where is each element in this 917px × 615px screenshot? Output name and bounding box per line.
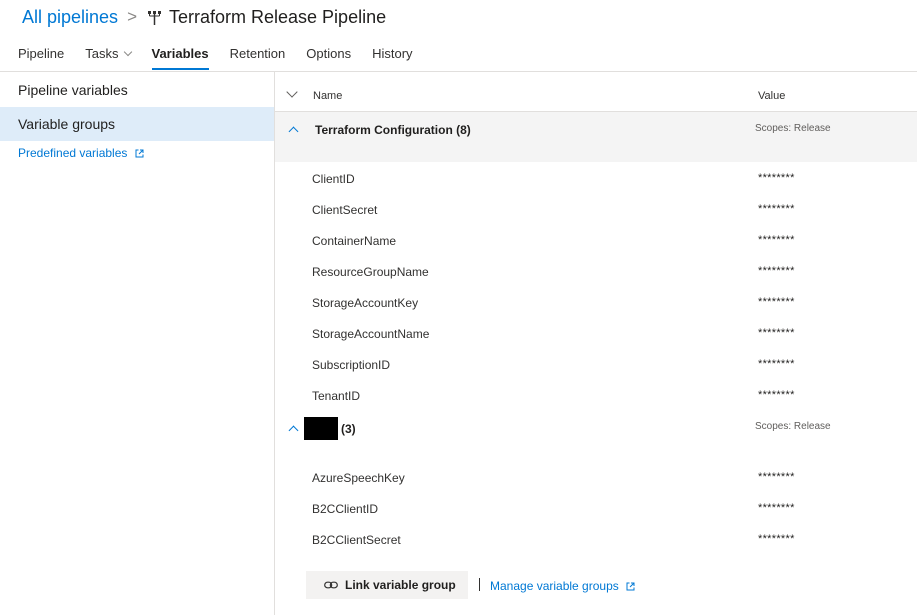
variable-value: ******** — [758, 471, 795, 483]
variable-name: TenantID — [312, 389, 361, 403]
variable-name: B2CClientID — [312, 502, 379, 516]
external-link-icon — [135, 149, 144, 158]
variable-row[interactable]: ClientSecret ******** — [275, 193, 917, 224]
chevron-up-icon[interactable] — [288, 425, 299, 436]
manage-variable-groups-link[interactable]: Manage variable groups — [490, 579, 635, 593]
variable-name: StorageAccountKey — [312, 296, 419, 310]
breadcrumb-all-pipelines[interactable]: All pipelines — [22, 7, 118, 28]
variable-row[interactable]: ContainerName ******** — [275, 224, 917, 255]
variable-group-scope: Scopes: Release — [755, 123, 831, 134]
variable-value: ******** — [758, 502, 795, 514]
variable-row[interactable]: SubscriptionID ******** — [275, 348, 917, 379]
tab-bar: Pipeline Tasks Variables Retention Optio… — [18, 46, 434, 70]
variable-value: ******** — [758, 296, 795, 308]
breadcrumb-separator: > — [127, 7, 137, 26]
tab-label: Options — [306, 46, 352, 61]
variable-row[interactable]: ClientID ******** — [275, 162, 917, 193]
variable-name: ResourceGroupName — [312, 265, 429, 279]
sidebar-item-pipeline-variables[interactable]: Pipeline variables — [0, 73, 274, 107]
variable-name: AzureSpeechKey — [312, 471, 405, 485]
variable-value: ******** — [758, 358, 795, 370]
variable-row[interactable]: TenantID ******** — [275, 379, 917, 410]
page-title: Terraform Release Pipeline — [169, 6, 387, 27]
tab-label: Pipeline — [18, 46, 65, 61]
variable-value: ******** — [758, 265, 795, 277]
tab-label: Variables — [151, 46, 209, 61]
column-header-value[interactable]: Value — [758, 90, 785, 102]
collapse-all-chevron-icon[interactable] — [286, 86, 298, 98]
link-icon — [324, 581, 338, 589]
variable-value: ******** — [758, 327, 795, 339]
release-pipeline-icon — [148, 11, 161, 25]
variable-name: SubscriptionID — [312, 358, 391, 372]
external-link-icon — [626, 582, 635, 591]
variable-value: ******** — [758, 172, 795, 184]
column-header-name[interactable]: Name — [313, 90, 342, 102]
variable-name: StorageAccountName — [312, 327, 430, 341]
manage-variable-groups-label: Manage variable groups — [490, 579, 619, 593]
variable-row[interactable]: B2CClientID ******** — [275, 492, 917, 523]
chevron-up-icon[interactable] — [288, 126, 299, 137]
sidebar-item-variable-groups[interactable]: Variable groups — [0, 107, 274, 141]
sidebar: Pipeline variables Variable groups Prede… — [0, 72, 274, 615]
variable-group-name: Terraform Configuration (8) — [315, 123, 471, 137]
variable-group-scope: Scopes: Release — [755, 421, 831, 432]
variable-value: ******** — [758, 533, 795, 545]
tab-retention[interactable]: Retention — [230, 46, 286, 70]
action-separator — [479, 578, 480, 591]
variable-name: ContainerName — [312, 234, 397, 248]
redacted-group-name — [304, 417, 338, 440]
variable-group-row[interactable]: Terraform Configuration (8) Scopes: Rele… — [275, 112, 917, 162]
tab-label: Retention — [229, 46, 286, 61]
variable-name: ClientSecret — [312, 203, 378, 217]
variable-value: ******** — [758, 389, 795, 401]
variable-name: B2CClientSecret — [312, 533, 401, 547]
variable-name: ClientID — [312, 172, 355, 186]
grid-header: Name Value — [275, 83, 917, 110]
tab-label: History — [372, 46, 413, 61]
tab-variables[interactable]: Variables — [151, 46, 209, 70]
variable-group-row[interactable]: (3) Scopes: Release — [275, 411, 917, 461]
variable-group-count: (3) — [341, 422, 356, 436]
variable-row[interactable]: StorageAccountKey ******** — [275, 286, 917, 317]
chevron-down-icon — [123, 47, 132, 57]
variable-row[interactable]: ResourceGroupName ******** — [275, 255, 917, 286]
variable-value: ******** — [758, 203, 795, 215]
predefined-variables-link[interactable]: Predefined variables — [18, 146, 144, 160]
link-variable-group-button[interactable]: Link variable group — [306, 571, 468, 599]
tab-history[interactable]: History — [372, 46, 412, 70]
tab-pipeline[interactable]: Pipeline — [18, 46, 64, 70]
variable-value: ******** — [758, 234, 795, 246]
variable-row[interactable]: StorageAccountName ******** — [275, 317, 917, 348]
predefined-variables-label: Predefined variables — [18, 146, 128, 160]
tab-label: Tasks — [85, 46, 119, 61]
tab-options[interactable]: Options — [306, 46, 351, 70]
breadcrumb: All pipelines > Terraform Release Pipeli… — [22, 6, 386, 28]
variable-row[interactable]: B2CClientSecret ******** — [275, 523, 917, 554]
tab-tasks[interactable]: Tasks — [85, 46, 132, 70]
variable-row[interactable]: AzureSpeechKey ******** — [275, 461, 917, 492]
link-variable-group-label: Link variable group — [345, 578, 456, 592]
